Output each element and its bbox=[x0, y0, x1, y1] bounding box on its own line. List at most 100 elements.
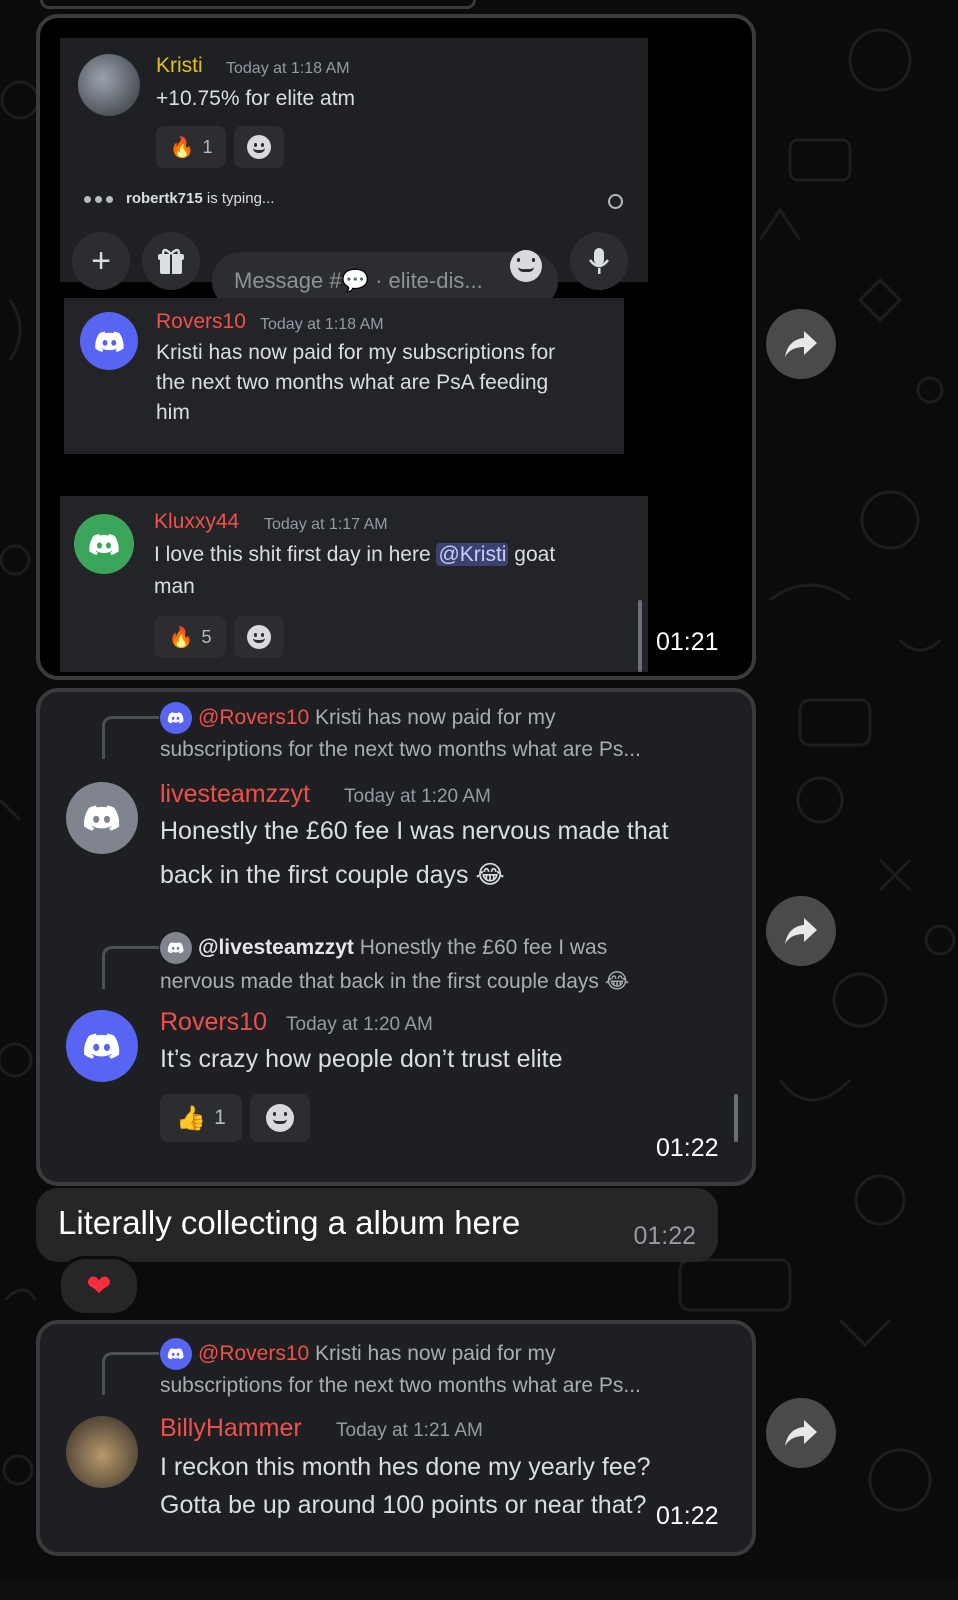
avatar-billyhammer bbox=[66, 1416, 138, 1488]
forward-button[interactable] bbox=[766, 896, 836, 966]
avatar-livesteamzzyt bbox=[66, 782, 138, 854]
message-placeholder: Message #💬 · elite-dis... bbox=[234, 268, 483, 293]
image-bubble-1[interactable]: Kristi Today at 1:18 AM +10.75% for elit… bbox=[36, 14, 756, 680]
reply-connector bbox=[102, 1352, 159, 1395]
scrollbar[interactable] bbox=[638, 600, 642, 672]
message-time: Today at 1:17 AM bbox=[264, 516, 388, 533]
message-text-after: goat bbox=[508, 543, 556, 566]
reply-preview-line-1[interactable]: @Rovers10 Kristi has now paid for my bbox=[198, 1338, 555, 1370]
reply-connector bbox=[102, 716, 159, 759]
reply-preview-line-1[interactable]: @Rovers10 Kristi has now paid for my bbox=[198, 702, 555, 734]
thumbs-up-emoji: 👍 bbox=[176, 1104, 207, 1132]
reply-text: Honestly the £60 fee I was bbox=[353, 936, 608, 959]
message-line-1: I love this shit first day in here @Kris… bbox=[154, 540, 555, 570]
message-timestamp: 01:22 bbox=[656, 1502, 719, 1530]
gift-button[interactable] bbox=[142, 232, 200, 290]
text-message-bubble[interactable]: Literally collecting a album here 01:22 bbox=[36, 1188, 718, 1262]
username: Kluxxy44 bbox=[154, 510, 240, 533]
message-time: Today at 1:18 AM bbox=[226, 60, 350, 77]
add-reaction-button[interactable] bbox=[250, 1094, 310, 1142]
message-line-1: It’s crazy how people don’t trust elite bbox=[160, 1045, 563, 1073]
reply-preview-line-1[interactable]: @livesteamzzyt Honestly the £60 fee I wa… bbox=[198, 932, 607, 964]
message-line-1: I reckon this month hes done my yearly f… bbox=[160, 1453, 651, 1481]
reply-avatar bbox=[160, 702, 192, 734]
forward-arrow-icon bbox=[785, 1420, 817, 1446]
reaction-count: 5 bbox=[201, 626, 212, 647]
message-time: Today at 1:21 AM bbox=[336, 1420, 483, 1441]
reply-username: @Rovers10 bbox=[198, 1342, 310, 1365]
smiley-icon bbox=[247, 625, 271, 649]
message-time: Today at 1:20 AM bbox=[286, 1014, 433, 1035]
plus-icon: + bbox=[91, 241, 111, 280]
discord-screenshot-kristi: Kristi Today at 1:18 AM +10.75% for elit… bbox=[60, 38, 648, 310]
avatar-rovers10 bbox=[66, 1010, 138, 1082]
discord-screenshot-kluxxy: Kluxxy44 Today at 1:17 AM I love this sh… bbox=[60, 496, 648, 672]
avatar-kluxxy44 bbox=[74, 514, 134, 574]
discord-logo-icon bbox=[94, 331, 124, 352]
fire-emoji: 🔥 bbox=[169, 136, 195, 159]
reply-preview-line-2: subscriptions for the next two months wh… bbox=[160, 738, 641, 761]
reaction-fire[interactable]: 🔥 1 bbox=[156, 126, 226, 168]
add-reaction-button[interactable] bbox=[234, 126, 284, 168]
forward-button[interactable] bbox=[766, 309, 836, 379]
reply-preview-line-2: nervous made that back in the first coup… bbox=[160, 970, 630, 993]
message-time: Today at 1:20 AM bbox=[344, 786, 491, 807]
bottom-bar bbox=[0, 1580, 958, 1600]
message-timestamp: 01:21 bbox=[656, 628, 719, 656]
typing-suffix: is typing... bbox=[202, 190, 275, 207]
scrollbar[interactable] bbox=[734, 1094, 738, 1142]
previous-bubble-edge bbox=[40, 0, 476, 9]
voice-message-button[interactable] bbox=[570, 232, 628, 290]
username: livesteamzzyt bbox=[160, 780, 311, 808]
discord-logo-icon bbox=[168, 1348, 184, 1360]
reply-text: Kristi has now paid for my bbox=[309, 1342, 556, 1365]
discord-screenshot-rovers: Rovers10 Today at 1:18 AM Kristi has now… bbox=[64, 298, 624, 454]
message-time: Today at 1:18 AM bbox=[260, 316, 384, 333]
forward-arrow-icon bbox=[785, 331, 817, 357]
forward-button[interactable] bbox=[766, 1398, 836, 1468]
smiley-icon bbox=[266, 1104, 294, 1132]
username: Kristi bbox=[156, 54, 203, 77]
image-bubble-2[interactable]: @Rovers10 Kristi has now paid for my sub… bbox=[36, 688, 756, 1186]
message-timestamp: 01:22 bbox=[633, 1222, 696, 1250]
message-line-1: Honestly the £60 fee I was nervous made … bbox=[160, 817, 669, 845]
message-line-2: the next two months what are PsA feeding bbox=[156, 371, 549, 394]
reaction-count: 1 bbox=[214, 1106, 226, 1129]
image-bubble-3[interactable]: @Rovers10 Kristi has now paid for my sub… bbox=[36, 1320, 756, 1556]
discord-logo-icon bbox=[89, 533, 119, 555]
add-attachment-button[interactable]: + bbox=[72, 232, 130, 290]
reply-avatar bbox=[160, 1338, 192, 1370]
message-line-1: Kristi has now paid for my subscriptions… bbox=[156, 341, 556, 364]
discord-logo-icon bbox=[168, 712, 184, 724]
microphone-icon bbox=[589, 248, 609, 274]
add-reaction-button[interactable] bbox=[234, 616, 284, 658]
fire-emoji: 🔥 bbox=[168, 626, 194, 649]
username: Rovers10 bbox=[156, 310, 246, 333]
reaction-thumbs-up[interactable]: 👍 1 bbox=[160, 1094, 242, 1142]
reaction-fire[interactable]: 🔥 5 bbox=[154, 616, 226, 658]
heart-icon: ❤ bbox=[86, 1269, 112, 1303]
message-text: Literally collecting a album here bbox=[58, 1204, 521, 1241]
heart-reaction[interactable]: ❤ bbox=[58, 1256, 140, 1316]
reaction-count: 1 bbox=[202, 136, 213, 157]
username: BillyHammer bbox=[160, 1414, 302, 1442]
message-text: +10.75% for elite atm bbox=[156, 87, 356, 110]
discord-logo-icon bbox=[168, 942, 184, 954]
username: Rovers10 bbox=[160, 1008, 267, 1036]
discord-logo-icon bbox=[84, 1033, 120, 1060]
discord-logo-icon bbox=[84, 805, 120, 832]
reply-avatar bbox=[160, 932, 192, 964]
forward-arrow-icon bbox=[785, 918, 817, 944]
reply-text: Kristi has now paid for my bbox=[309, 706, 556, 729]
message-line-3: him bbox=[156, 401, 190, 424]
reply-connector bbox=[102, 946, 159, 989]
reply-preview-line-2: subscriptions for the next two months wh… bbox=[160, 1374, 641, 1397]
emoji-picker-icon[interactable] bbox=[510, 250, 542, 282]
message-timestamp: 01:22 bbox=[656, 1134, 719, 1162]
slowmode-timer-icon bbox=[608, 194, 623, 209]
user-mention[interactable]: @Kristi bbox=[436, 543, 509, 566]
message-line-2: back in the first couple days 😂 bbox=[160, 861, 505, 889]
typing-indicator: robertk715 is typing... bbox=[126, 190, 274, 207]
avatar-rovers10 bbox=[80, 312, 138, 370]
message-line-2: Gotta be up around 100 points or near th… bbox=[160, 1491, 647, 1519]
